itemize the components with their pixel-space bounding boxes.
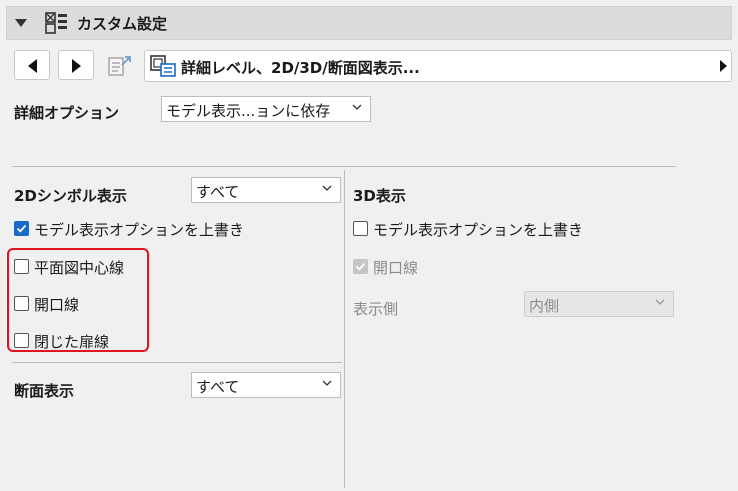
display-side-select: 内側 (524, 291, 674, 317)
custom-settings-header[interactable]: カスタム設定 (6, 6, 732, 40)
checkmark-icon (16, 224, 27, 233)
display-side-label: 表示側 (353, 300, 399, 318)
forward-button[interactable] (58, 50, 94, 80)
chevron-down-icon (322, 380, 332, 386)
detail-option-select[interactable]: モデル表示...ョンに依存 (161, 96, 371, 122)
display-3d-label: 3D表示 (353, 187, 406, 205)
closed-door-line-label: 閉じた扉線 (34, 333, 110, 351)
opening-line-2d-checkbox[interactable] (14, 296, 29, 311)
plan-centerline-checkbox[interactable] (14, 259, 29, 274)
opening-line-3d-label: 開口線 (373, 259, 419, 277)
arrow-left-icon (28, 59, 37, 73)
plan-centerline-label: 平面図中心線 (34, 259, 125, 277)
closed-door-line-checkbox[interactable] (14, 333, 29, 348)
custom-settings-icon (45, 12, 67, 34)
display-side-value: 内側 (529, 297, 560, 315)
collapse-triangle-icon[interactable] (15, 19, 27, 27)
column-divider (344, 170, 345, 488)
opening-line-3d-checkbox (353, 259, 368, 274)
detail-option-value: モデル表示...ョンに依存 (166, 102, 331, 120)
override-2d-label: モデル表示オプションを上書き (34, 221, 245, 239)
separator (12, 362, 342, 363)
section-view-value: すべて (196, 378, 240, 396)
symbol-2d-select[interactable]: すべて (191, 177, 341, 203)
header-title: カスタム設定 (77, 15, 168, 33)
checkmark-icon (355, 262, 366, 271)
panel-selector-label: 詳細レベル、2D/3D/断面図表示... (181, 59, 420, 77)
symbol-2d-label: 2Dシンボル表示 (14, 187, 127, 205)
separator (12, 166, 676, 167)
back-button[interactable] (14, 50, 50, 80)
override-3d-label: モデル表示オプションを上書き (373, 221, 584, 239)
arrow-right-icon (72, 59, 81, 73)
chevron-down-icon (322, 185, 332, 191)
panel-next-arrow-icon[interactable] (720, 60, 727, 72)
chevron-down-icon (352, 104, 362, 110)
panel-selector[interactable]: 詳細レベル、2D/3D/断面図表示... (144, 50, 732, 82)
detail-option-label: 詳細オプション (14, 104, 120, 122)
section-view-label: 断面表示 (14, 382, 75, 400)
opening-line-2d-label: 開口線 (34, 296, 80, 314)
panel-view-icon (150, 55, 176, 77)
symbol-2d-value: すべて (196, 183, 240, 201)
override-3d-checkbox[interactable] (353, 221, 368, 236)
section-view-select[interactable]: すべて (191, 372, 341, 398)
override-2d-checkbox[interactable] (14, 221, 29, 236)
chevron-down-icon (655, 299, 665, 305)
document-export-icon[interactable] (100, 50, 140, 80)
